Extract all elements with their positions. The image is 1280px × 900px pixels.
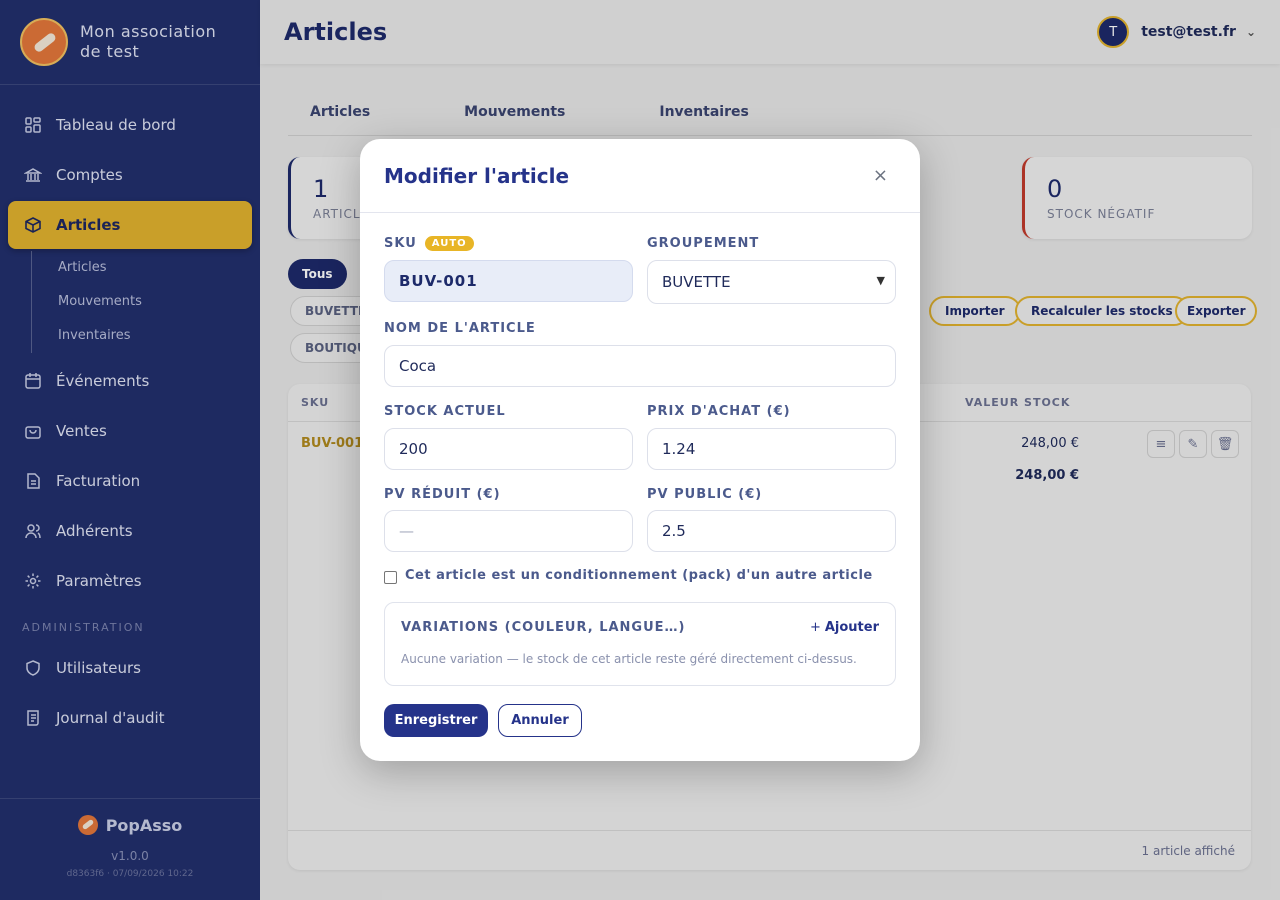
variations-title: VARIATIONS (COULEUR, LANGUE…) xyxy=(401,620,686,635)
sku-label: SKU AUTO xyxy=(384,236,474,251)
group-select[interactable]: BUVETTE ▼ xyxy=(647,260,896,304)
public-price-label: PV PUBLIC (€) xyxy=(647,487,763,502)
stock-field[interactable]: 200 xyxy=(384,428,633,470)
sku-field[interactable]: BUV-001 xyxy=(384,260,633,302)
stock-label: STOCK ACTUEL xyxy=(384,404,506,419)
add-variation-label: Ajouter xyxy=(824,620,879,635)
reduced-price-label: PV RÉDUIT (€) xyxy=(384,487,501,502)
auto-badge: AUTO xyxy=(424,236,474,251)
name-field[interactable]: Coca xyxy=(384,345,896,387)
close-icon[interactable]: × xyxy=(865,161,896,190)
modal-title: Modifier l'article xyxy=(384,163,570,188)
save-button[interactable]: Enregistrer xyxy=(384,704,488,737)
purchase-price-field[interactable]: 1.24 xyxy=(647,428,896,470)
add-variation-button[interactable]: + Ajouter xyxy=(810,620,879,635)
pack-checkbox[interactable] xyxy=(384,571,397,584)
edit-article-modal: Modifier l'article × SKU AUTO BUV-001 GRO… xyxy=(360,139,920,761)
pack-checkbox-label[interactable]: Cet article est un conditionnement (pack… xyxy=(405,568,873,583)
plus-icon: + xyxy=(809,620,821,635)
sku-label-text: SKU xyxy=(384,236,417,251)
purchase-price-label: PRIX D'ACHAT (€) xyxy=(647,404,791,419)
variations-panel: VARIATIONS (COULEUR, LANGUE…) + Ajouter A… xyxy=(384,602,896,686)
group-label: GROUPEMENT xyxy=(647,236,760,251)
cancel-button[interactable]: Annuler xyxy=(498,704,582,737)
modal-header: Modifier l'article × xyxy=(360,139,920,213)
variations-empty-text: Aucune variation — le stock de cet artic… xyxy=(401,652,857,666)
group-selected-value: BUVETTE xyxy=(662,273,731,291)
reduced-price-field[interactable]: — xyxy=(384,510,633,552)
chevron-down-icon: ▼ xyxy=(876,274,885,287)
name-label: NOM DE L'ARTICLE xyxy=(384,321,536,336)
public-price-field[interactable]: 2.5 xyxy=(647,510,896,552)
